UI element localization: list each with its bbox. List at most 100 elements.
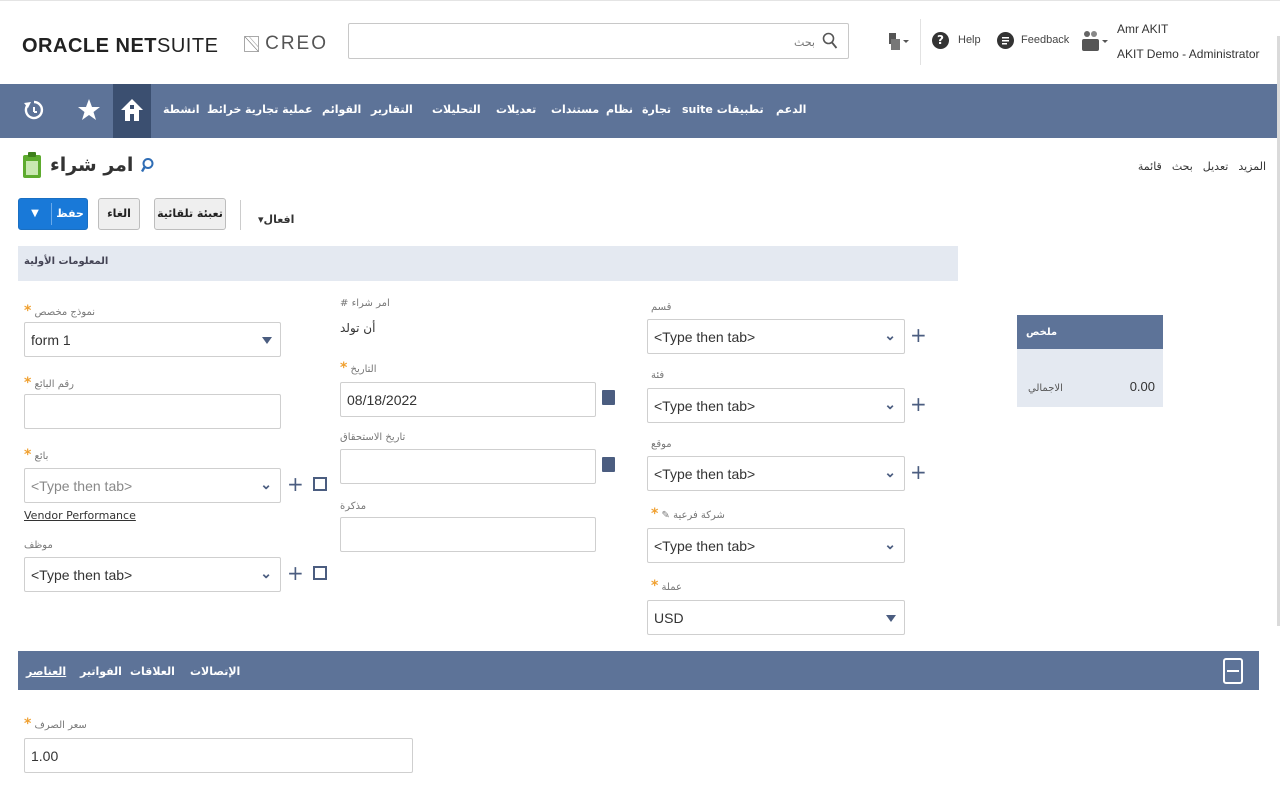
- purchase-order-record-icon: [23, 152, 41, 178]
- feedback-link[interactable]: Feedback: [1021, 34, 1069, 46]
- more-link[interactable]: المزيد: [1238, 160, 1266, 173]
- top-header: ORACLE NETSUITE CREO ? Help Feedback Amr…: [0, 0, 1280, 84]
- exchange-rate-field[interactable]: 1.00: [24, 738, 413, 773]
- summary-title: ملخص: [1017, 315, 1163, 349]
- add-vendor-plus-icon[interactable]: +: [287, 472, 304, 496]
- summary-total-label: الاجمالي: [1028, 383, 1063, 394]
- employee-field[interactable]: <Type then tab> ⌄: [24, 557, 281, 592]
- nav-reports[interactable]: التقارير: [371, 103, 413, 116]
- save-button-label: حفظ: [56, 207, 84, 220]
- primary-information-header[interactable]: المعلومات الأولية: [18, 246, 958, 281]
- custom-form-select[interactable]: form 1: [24, 322, 281, 357]
- location-field[interactable]: <Type then tab> ⌄: [647, 456, 905, 491]
- department-label: قسم: [651, 302, 672, 313]
- calendar-icon[interactable]: [602, 390, 615, 405]
- nav-support[interactable]: الدعم: [776, 103, 806, 116]
- collapse-tabs-icon[interactable]: [1223, 658, 1243, 684]
- edit-link[interactable]: تعديل: [1203, 160, 1229, 173]
- po-number-label: # امر شراء: [340, 298, 390, 309]
- refresh-icon[interactable]: [22, 98, 46, 122]
- open-vendor-icon[interactable]: [313, 477, 327, 491]
- subsidiary-field[interactable]: <Type then tab> ⌄: [647, 528, 905, 563]
- search-icon[interactable]: [822, 32, 838, 50]
- nav-analytics[interactable]: التحليلات: [432, 103, 481, 116]
- double-chevron-icon[interactable]: ⌄: [884, 464, 896, 481]
- actions-menu[interactable]: ▾افعال: [258, 213, 294, 226]
- location-label: موقع: [651, 439, 672, 450]
- list-link[interactable]: قائمة: [1138, 160, 1162, 173]
- double-chevron-icon[interactable]: ⌄: [260, 476, 272, 493]
- nav-business-process[interactable]: عملية تجارية: [245, 103, 313, 116]
- nav-setup[interactable]: نظام: [606, 103, 633, 116]
- summary-panel: ملخص الاجمالي 0.00: [1017, 315, 1163, 407]
- subsidiary-label: * ✎ شركة فرعية: [651, 506, 725, 522]
- due-date-label: تاريخ الاستحقاق: [340, 432, 406, 443]
- help-link[interactable]: Help: [958, 34, 981, 46]
- save-button[interactable]: ▼ حفظ: [18, 198, 88, 230]
- currency-label: * عملة: [651, 578, 682, 594]
- user-name[interactable]: Amr AKIT: [1117, 22, 1168, 36]
- add-location-plus-icon[interactable]: +: [910, 460, 927, 484]
- open-employee-icon[interactable]: [313, 566, 327, 580]
- home-icon: [121, 99, 143, 121]
- double-chevron-icon[interactable]: ⌄: [884, 396, 896, 413]
- nav-customization[interactable]: تعديلات: [496, 103, 536, 116]
- calendar-icon[interactable]: [602, 457, 615, 472]
- cancel-button[interactable]: الغاء: [98, 198, 140, 230]
- department-field[interactable]: <Type then tab> ⌄: [647, 319, 905, 354]
- currency-select[interactable]: USD: [647, 600, 905, 635]
- class-field[interactable]: <Type then tab> ⌄: [647, 388, 905, 423]
- toolbar-divider: [240, 200, 241, 230]
- nav-activities[interactable]: انشطة: [163, 103, 199, 116]
- creo-logo-icon: [244, 36, 259, 52]
- memo-field[interactable]: [340, 517, 596, 552]
- chevron-down-icon: [886, 615, 896, 622]
- home-button[interactable]: [113, 84, 151, 138]
- autofill-button[interactable]: تعبئة تلقائية: [154, 198, 226, 230]
- double-chevron-icon[interactable]: ⌄: [884, 536, 896, 553]
- add-department-plus-icon[interactable]: +: [910, 323, 927, 347]
- section-title: المعلومات الأولية: [24, 256, 109, 267]
- vendor-field[interactable]: <Type then tab> ⌄: [24, 468, 281, 503]
- double-chevron-icon[interactable]: ⌄: [884, 327, 896, 344]
- recent-records-icon[interactable]: [886, 31, 910, 53]
- date-field[interactable]: 08/18/2022: [340, 382, 596, 417]
- vendor-number-field[interactable]: [24, 394, 281, 429]
- due-date-field[interactable]: [340, 449, 596, 484]
- tab-bills[interactable]: الفواتير: [80, 665, 122, 678]
- help-icon[interactable]: ?: [932, 32, 949, 49]
- oracle-netsuite-logo[interactable]: ORACLE NETSUITE: [22, 35, 218, 58]
- pencil-icon[interactable]: ✎: [662, 510, 670, 521]
- company-logo: CREO: [244, 29, 328, 59]
- search-records-icon[interactable]: [141, 157, 157, 173]
- nav-commerce[interactable]: تجارة: [642, 103, 671, 116]
- vendor-performance-link[interactable]: Vendor Performance: [24, 509, 136, 522]
- add-employee-plus-icon[interactable]: +: [287, 561, 304, 585]
- memo-label: مذكرة: [340, 501, 367, 512]
- global-search[interactable]: [348, 23, 849, 59]
- user-roles-icon[interactable]: [1078, 29, 1110, 53]
- favorites-star-icon[interactable]: [77, 98, 101, 122]
- nav-lists[interactable]: القوائم: [322, 103, 361, 116]
- chevron-down-icon: [262, 337, 272, 344]
- class-label: فئة: [651, 370, 665, 381]
- subtabs-bar: العناصر الفواتير العلاقات الإتصالات: [18, 651, 1259, 690]
- double-chevron-icon[interactable]: ⌄: [260, 565, 272, 582]
- vendor-number-label: * رقم البائع: [24, 375, 74, 391]
- nav-documents[interactable]: مستندات: [551, 103, 599, 116]
- feedback-icon[interactable]: [997, 32, 1014, 49]
- save-dropdown-arrow[interactable]: ▼: [19, 199, 51, 229]
- creo-logo-text: CREO: [265, 33, 328, 54]
- tab-items[interactable]: العناصر: [26, 665, 66, 678]
- user-role[interactable]: AKIT Demo - Administrator: [1117, 47, 1260, 61]
- nav-maps[interactable]: خرائط: [207, 103, 241, 116]
- add-class-plus-icon[interactable]: +: [910, 392, 927, 416]
- search-link[interactable]: بحث: [1172, 160, 1193, 173]
- search-input[interactable]: [355, 32, 815, 52]
- tab-relationships[interactable]: العلاقات: [130, 665, 175, 678]
- po-number-value: أن تولد: [340, 321, 376, 335]
- tab-communication[interactable]: الإتصالات: [190, 665, 240, 678]
- summary-total-value: 0.00: [1129, 379, 1155, 394]
- nav-suiteapps[interactable]: suite تطبيقات: [682, 103, 764, 116]
- header-divider: [920, 19, 921, 65]
